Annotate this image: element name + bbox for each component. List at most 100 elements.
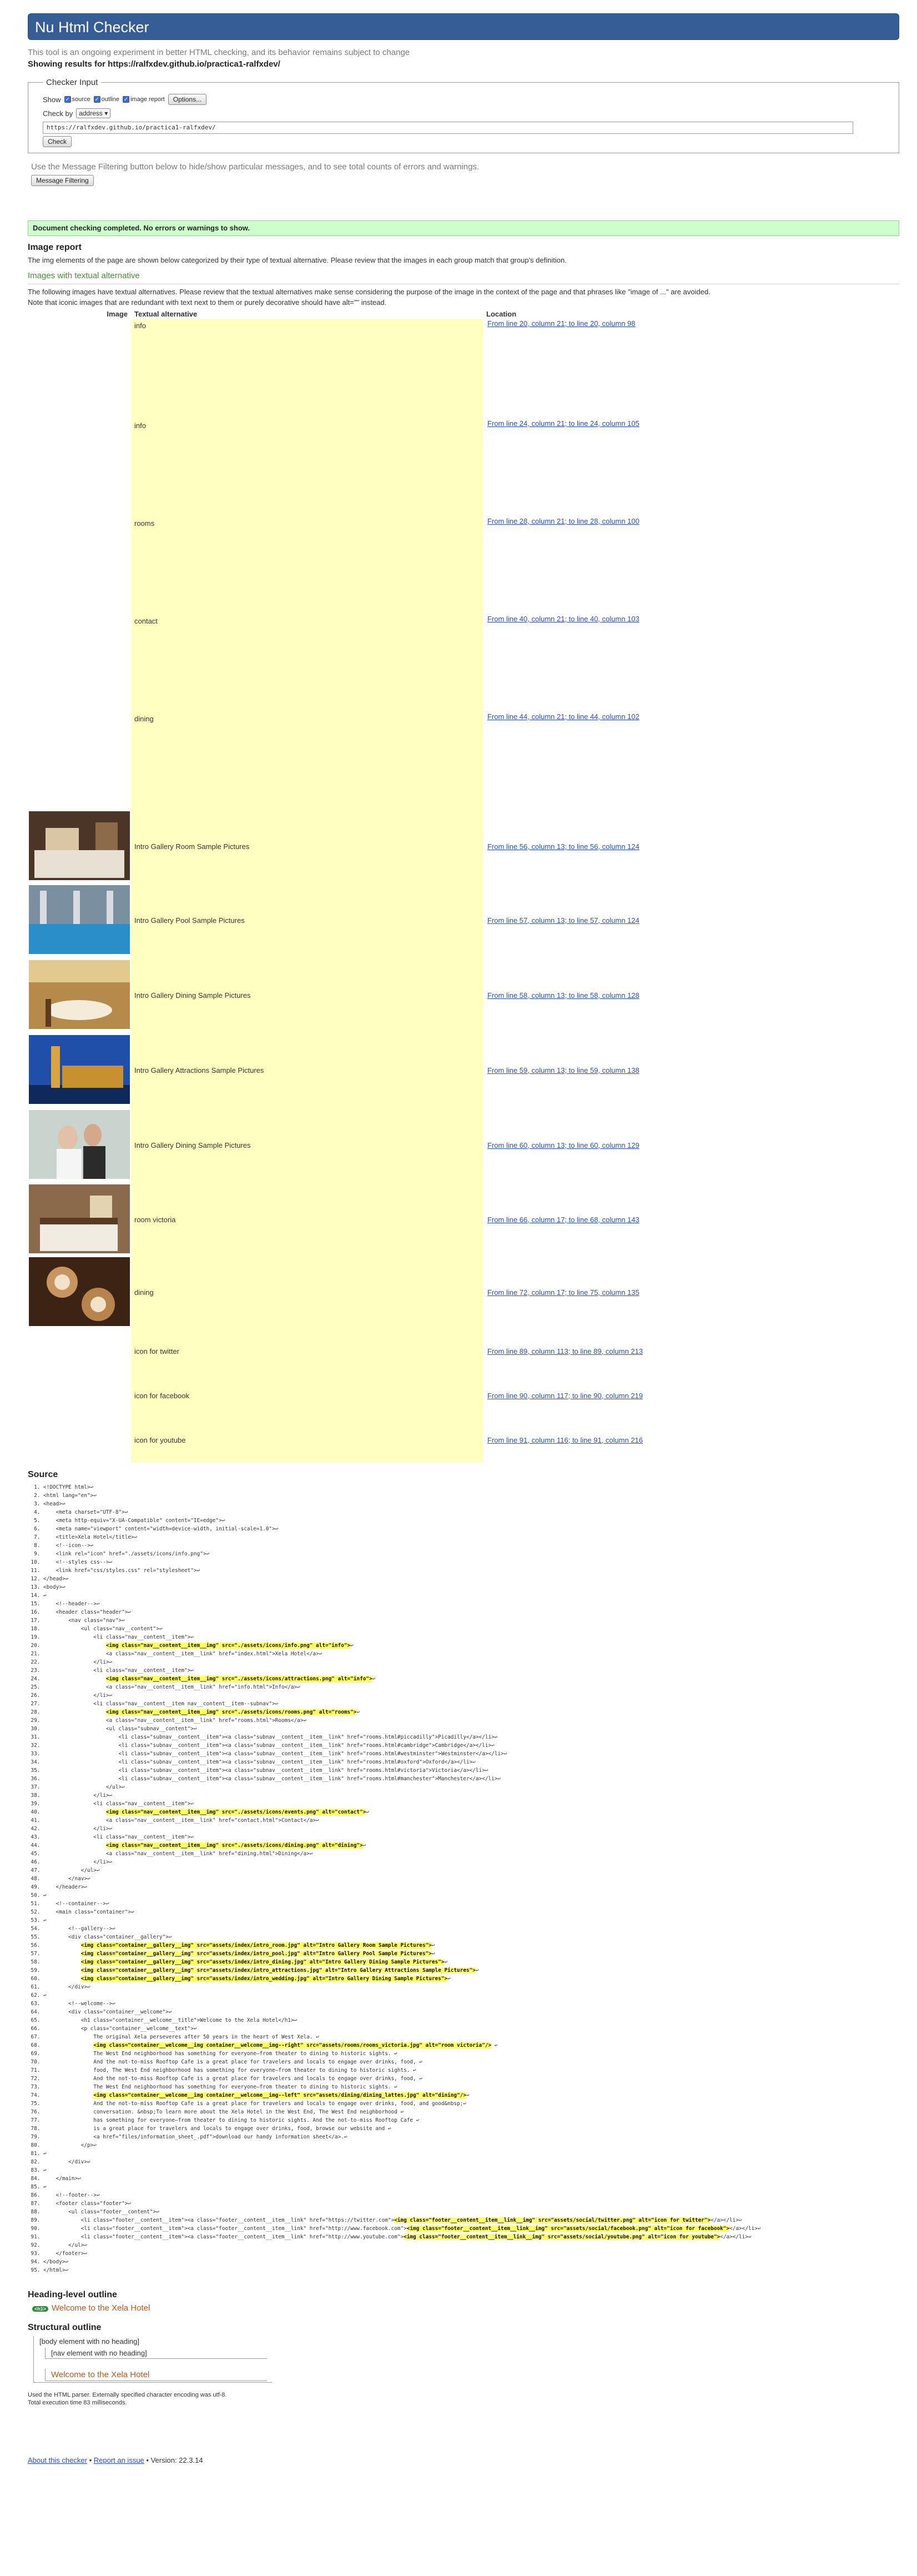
source-line: ↩ <box>43 1591 899 1600</box>
source-line: </head>↩ <box>43 1575 899 1583</box>
location-link[interactable]: From line 59, column 13; to line 59, col… <box>487 1066 639 1074</box>
source-line: <!DOCTYPE html>↩ <box>43 1483 899 1492</box>
location-link[interactable]: From line 20, column 21; to line 20, col… <box>487 319 636 328</box>
source-line: <meta http-equiv="X-UA-Compatible" conte… <box>43 1517 899 1525</box>
parser-note: Used the HTML parser. Externally specifi… <box>28 2392 227 2398</box>
source-line: The original Xela perseveres after 50 ye… <box>43 2033 899 2041</box>
source-line: </html>↩ <box>43 2266 899 2274</box>
show-label: Show <box>43 95 61 104</box>
version-text: • Version: 22.3.14 <box>144 2456 203 2464</box>
about-link[interactable]: About this checker <box>28 2456 87 2464</box>
report-issue-link[interactable]: Report an issue <box>94 2456 144 2464</box>
image-report-checkbox[interactable]: ✓ image report <box>122 96 165 103</box>
image-report-desc: The img elements of the page are shown b… <box>28 256 567 264</box>
source-line: <li class="subnav__content__item"><a cla… <box>43 1775 899 1783</box>
source-line: <!--gallery-->↩ <box>43 1925 899 1933</box>
source-line: <img class="container__gallery__img" src… <box>43 1941 899 1950</box>
image-row: Intro Gallery Room Sample Pictures From l… <box>28 810 643 883</box>
title-banner: Nu Html Checker <box>28 13 899 40</box>
source-line: ↩ <box>43 1991 899 2000</box>
location-link[interactable]: From line 89, column 113; to line 89, co… <box>487 1347 643 1355</box>
source-line: <!--footer-->↩ <box>43 2191 899 2200</box>
exec-time: Total execution time 83 milliseconds. <box>28 2399 127 2406</box>
image-row: Intro Gallery Pool Sample Pictures From l… <box>28 883 643 957</box>
source-line: <li class="subnav__content__item"><a cla… <box>43 1758 899 1766</box>
options-button[interactable]: Options... <box>168 94 207 105</box>
location-link[interactable]: From line 28, column 21; to line 28, col… <box>487 517 639 525</box>
source-line: <img class="container__welcome__img cont… <box>43 2091 899 2100</box>
outline-h1: <h1> Welcome to the Xela Hotel <box>32 2303 899 2313</box>
checkby-select[interactable]: address ▾ <box>76 108 111 118</box>
source-line: <li class="subnav__content__item"><a cla… <box>43 1741 899 1750</box>
filter-hint: Use the Message Filtering button below t… <box>31 162 480 172</box>
location-link[interactable]: From line 56, column 13; to line 56, col… <box>487 842 639 851</box>
source-heading: Source <box>28 1470 58 1479</box>
message-filtering-button[interactable]: Message Filtering <box>31 175 94 186</box>
source-line: <li class="subnav__content__item"><a cla… <box>43 1766 899 1775</box>
source-line: </p>↩ <box>43 2141 899 2150</box>
source-line: <img class="nav__content__item__img" src… <box>43 1708 899 1716</box>
location-link[interactable]: From line 60, column 13; to line 60, col… <box>487 1141 639 1149</box>
image-row: Intro Gallery Dining Sample Pictures From… <box>28 957 643 1033</box>
url-input[interactable]: https://ralfxdev.github.io/practica1-ral… <box>43 122 853 134</box>
source-line: <a class="nav__content__item__link" href… <box>43 1683 899 1691</box>
source-line: <img class="nav__content__item__img" src… <box>43 1641 899 1650</box>
outline-checkbox[interactable]: ✓ outline <box>93 96 119 103</box>
location-link[interactable]: From line 58, column 13; to line 58, col… <box>487 991 639 1000</box>
images-alt-note: Note that iconic images that are redunda… <box>28 298 387 307</box>
source-line: <li class="nav__content__item">↩ <box>43 1633 899 1641</box>
alt-text: Intro Gallery Pool Sample Pictures <box>131 883 483 957</box>
source-line: </ul>↩ <box>43 1783 899 1791</box>
source-line: <a class="nav__content__item__link" href… <box>43 1650 899 1658</box>
source-line: And the not-to-miss Rooftop Cafe is a gr… <box>43 2100 899 2108</box>
check-button[interactable]: Check <box>43 136 72 147</box>
image-row: icon for youtube From line 91, column 116… <box>28 1418 643 1462</box>
source-line: And the not-to-miss Rooftop Cafe is a gr… <box>43 2058 899 2066</box>
alt-text: icon for facebook <box>131 1373 483 1418</box>
check-icon: ✓ <box>64 96 71 103</box>
source-line: <li class="subnav__content__item"><a cla… <box>43 1733 899 1741</box>
source-line: </ul>↩ <box>43 2241 899 2249</box>
victoria-thumbnail <box>29 1184 130 1253</box>
location-link[interactable]: From line 90, column 117; to line 90, co… <box>487 1392 643 1400</box>
source-line: The West End neighborhood has something … <box>43 2083 899 2091</box>
structural-outline-heading: Structural outline <box>28 2323 102 2332</box>
source-line: <!--container-->↩ <box>43 1900 899 1908</box>
alt-text: icon for twitter <box>131 1329 483 1373</box>
chevron-down-icon: ▾ <box>104 109 108 117</box>
source-line: </header>↩ <box>43 1883 899 1891</box>
location-link[interactable]: From line 44, column 21; to line 44, col… <box>487 712 639 721</box>
location-link[interactable]: From line 66, column 17; to line 68, col… <box>487 1216 639 1224</box>
location-link[interactable]: From line 40, column 21; to line 40, col… <box>487 615 639 623</box>
image-row: rooms From line 28, column 21; to line 28… <box>28 517 643 615</box>
source-checkbox[interactable]: ✓ source <box>64 96 90 103</box>
dining-thumbnail <box>29 960 130 1029</box>
location-link[interactable]: From line 24, column 21; to line 24, col… <box>487 419 639 428</box>
source-line: <li class="footer__content__item"><a cla… <box>43 2233 899 2241</box>
outline-nav: [nav element with no heading] <box>45 2348 267 2359</box>
alt-text: info <box>131 419 483 517</box>
image-row: info From line 20, column 21; to line 20,… <box>28 319 643 419</box>
source-line: </ul>↩ <box>43 1866 899 1875</box>
location-link[interactable]: From line 91, column 116; to line 91, co… <box>487 1436 643 1444</box>
image-row: Intro Gallery Dining Sample Pictures From… <box>28 1107 643 1183</box>
source-line: <meta name="viewport" content="width=dev… <box>43 1525 899 1533</box>
checkby-label: Check by <box>43 109 73 118</box>
source-line: <ul class="subnav__content">↩ <box>43 1725 899 1733</box>
source-line: <ul class="footer__content">↩ <box>43 2208 899 2216</box>
source-line: <p class="container__welcome__text">↩ <box>43 2025 899 2033</box>
latte-thumbnail <box>29 1257 130 1326</box>
success-message: Document checking completed. No errors o… <box>28 220 899 236</box>
image-row: room victoria From line 66, column 17; to… <box>28 1183 643 1256</box>
image-row: info From line 24, column 21; to line 24,… <box>28 419 643 517</box>
source-line: <a class="nav__content__item__link" href… <box>43 1850 899 1858</box>
source-line: </li>↩ <box>43 1691 899 1700</box>
source-line: <a class="nav__content__item__link" href… <box>43 1716 899 1725</box>
h1-badge: <h1> <box>32 2306 49 2312</box>
source-line: <img class="container__welcome__img cont… <box>43 2041 899 2050</box>
location-link[interactable]: From line 57, column 13; to line 57, col… <box>487 916 639 925</box>
source-line: <link href="css/styles.css" rel="stylesh… <box>43 1566 899 1575</box>
location-link[interactable]: From line 72, column 17; to line 75, col… <box>487 1288 639 1297</box>
source-line: <li class="footer__content__item"><a cla… <box>43 2216 899 2225</box>
source-line: </li>↩ <box>43 1791 899 1800</box>
